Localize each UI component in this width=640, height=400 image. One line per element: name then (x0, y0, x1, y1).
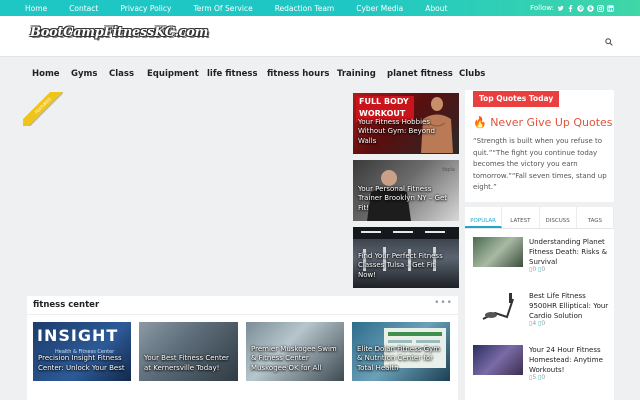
nav-item-clubs[interactable]: Clubs (459, 69, 485, 79)
facebook-icon[interactable] (567, 4, 574, 12)
card-title[interactable]: Precision Insight Fitness Center: Unlock… (38, 354, 126, 373)
section-divider (27, 314, 458, 315)
insight-logo: INSIGHT (37, 326, 119, 345)
search-icon[interactable] (605, 31, 613, 46)
pinterest-icon[interactable] (577, 4, 584, 12)
top-link-term-of-service[interactable]: Term Of Service (193, 4, 252, 13)
widget-tabs: POPULAR LATEST DISCUSS TAGS (465, 207, 614, 229)
linkedin-icon[interactable] (607, 4, 614, 12)
twitter-icon[interactable] (557, 5, 564, 12)
featured-slider[interactable] (26, 93, 347, 288)
section-title[interactable]: fitness center (33, 300, 99, 310)
post-meta: ▯0 ▯0 (529, 266, 546, 273)
fitness-center-section: fitness center ••• INSIGHT Health & Fitn… (27, 296, 458, 400)
more-options-icon[interactable]: ••• (434, 298, 453, 308)
post-card[interactable]: Elite Dolan Fitness Gym & Nutrition Cent… (352, 322, 450, 381)
nav-item-fitness-hours[interactable]: fitness hours (267, 69, 329, 79)
top-link-contact[interactable]: Contact (69, 4, 98, 13)
list-item[interactable]: Understanding Planet Fitness Death: Risk… (473, 237, 613, 283)
quotes-text: “Strength is built when you refuse to qu… (473, 137, 607, 191)
tabbed-posts-widget: POPULAR LATEST DISCUSS TAGS Understandin… (465, 207, 614, 400)
nav-item-home[interactable]: Home (32, 69, 60, 79)
top-quotes-widget: Top Quotes Today 🔥 Never Give Up Quotes … (465, 90, 614, 202)
top-link-privacy-policy[interactable]: Privacy Policy (120, 4, 171, 13)
follow-label: Follow: (530, 4, 554, 12)
top-link-redaction-team[interactable]: Redaction Team (275, 4, 335, 13)
list-item[interactable]: Best Life Fitness 9500HR Elliptical: You… (473, 291, 613, 337)
tile-title[interactable]: Your Personal Fitness Trainer Brooklyn N… (358, 185, 454, 214)
card-title[interactable]: Elite Dolan Fitness Gym & Nutrition Cent… (357, 345, 445, 374)
featured-tile[interactable]: FULL BODY WORKOUT Your Fitness Hobbies W… (353, 93, 459, 154)
post-card[interactable]: Premier Muskogee Swim & Fitness Center M… (246, 322, 344, 381)
skype-icon[interactable]: S (587, 4, 594, 12)
tab-discuss[interactable]: DISCUSS (540, 207, 577, 228)
featured-ribbon: FEATURED (23, 92, 63, 126)
nav-item-planet-fitness[interactable]: planet fitness (387, 69, 453, 79)
post-card[interactable]: INSIGHT Health & Fitness Center Precisio… (33, 322, 131, 381)
post-title[interactable]: Your 24 Hour Fitness Homestead: Anytime … (529, 345, 611, 375)
main-nav: Home Gyms Class Equipment life fitness f… (0, 56, 640, 90)
post-thumbnail[interactable] (473, 345, 523, 375)
nav-item-life-fitness[interactable]: life fitness (207, 69, 258, 79)
site-logo[interactable]: BootCampFitnessKC.com (30, 25, 208, 40)
featured-tile[interactable]: Find Your Perfect Fitness Classes Tulsa … (353, 227, 459, 288)
nav-item-equipment[interactable]: Equipment (147, 69, 199, 79)
svg-text:S: S (589, 6, 592, 12)
follow-group: Follow: S (530, 0, 614, 16)
featured-tile[interactable]: tbpla Your Personal Fitness Trainer Broo… (353, 160, 459, 221)
top-quotes-header: Top Quotes Today (473, 91, 560, 107)
post-card[interactable]: Your Best Fitness Center at Kernersville… (139, 322, 238, 381)
nav-item-gyms[interactable]: Gyms (71, 69, 97, 79)
post-thumbnail[interactable] (473, 291, 523, 321)
post-meta: ▯5 ▯0 (529, 374, 546, 381)
tile-watermark: tbpla (442, 167, 455, 173)
tab-latest[interactable]: LATEST (502, 207, 540, 228)
card-title[interactable]: Premier Muskogee Swim & Fitness Center M… (251, 345, 339, 374)
featured-ribbon-label: FEATURED (23, 92, 63, 126)
top-link-cyber-media[interactable]: Cyber Media (356, 4, 403, 13)
post-title[interactable]: Understanding Planet Fitness Death: Risk… (529, 237, 611, 267)
instagram-icon[interactable] (597, 4, 604, 12)
tile-title[interactable]: Your Fitness Hobbies Without Gym: Beyond… (358, 118, 454, 147)
post-thumbnail[interactable] (473, 237, 523, 267)
list-item[interactable]: Your 24 Hour Fitness Homestead: Anytime … (473, 345, 613, 391)
top-bar: Home Contact Privacy Policy Term Of Serv… (0, 0, 640, 16)
top-link-about[interactable]: About (425, 4, 447, 13)
post-title[interactable]: Best Life Fitness 9500HR Elliptical: You… (529, 291, 611, 321)
post-meta: ▯4 ▯0 (529, 320, 546, 327)
nav-item-training[interactable]: Training (337, 69, 376, 79)
tab-tags[interactable]: TAGS (577, 207, 614, 228)
quotes-title[interactable]: 🔥 Never Give Up Quotes (473, 116, 613, 129)
nav-item-class[interactable]: Class (109, 69, 134, 79)
site-header: BootCampFitnessKC.com (0, 16, 640, 56)
tab-popular[interactable]: POPULAR (465, 207, 503, 228)
tile-title[interactable]: Find Your Perfect Fitness Classes Tulsa … (358, 252, 454, 281)
top-link-home[interactable]: Home (25, 4, 47, 13)
card-title[interactable]: Your Best Fitness Center at Kernersville… (144, 354, 233, 373)
